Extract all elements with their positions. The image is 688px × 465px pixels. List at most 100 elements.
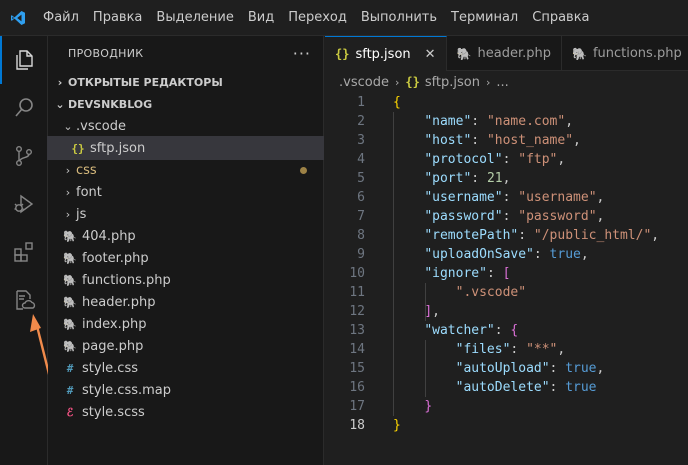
code-line: 14 "files": "**", bbox=[325, 340, 688, 359]
explorer-sidebar: ПРОВОДНИК ··· › ОТКРЫТЫЕ РЕДАКТОРЫ ⌄ DEV… bbox=[47, 36, 324, 465]
line-number: 15 bbox=[349, 361, 365, 376]
explorer-header: ПРОВОДНИК ··· bbox=[48, 36, 323, 71]
tab-label: header.php bbox=[477, 46, 551, 61]
editor-tabs: {} sftp.json ✕ 🐘 header.php 🐘 functions.… bbox=[325, 36, 688, 71]
line-number: 3 bbox=[357, 133, 365, 148]
breadcrumb: .vscode › {} sftp.json › ... bbox=[325, 71, 688, 93]
tree-file-page-php[interactable]: 🐘 page.php bbox=[48, 335, 323, 357]
menu-terminal[interactable]: Терминал bbox=[444, 0, 525, 36]
tree-folder-css[interactable]: › css bbox=[48, 159, 323, 181]
code-line: 17 } bbox=[325, 397, 688, 416]
chevron-right-icon: › bbox=[65, 163, 71, 177]
line-number: 8 bbox=[357, 228, 365, 243]
tree-item-label: sftp.json bbox=[90, 140, 146, 156]
line-number: 2 bbox=[357, 114, 365, 129]
css-file-icon: # bbox=[66, 361, 74, 375]
menu-bar: Файл Правка Выделение Вид Переход Выполн… bbox=[36, 0, 597, 36]
code-line: 9 "uploadOnSave": true, bbox=[325, 245, 688, 264]
tree-item-label: footer.php bbox=[82, 250, 149, 266]
chevron-down-icon: ⌄ bbox=[63, 119, 73, 133]
menu-file[interactable]: Файл bbox=[36, 0, 86, 36]
php-file-icon: 🐘 bbox=[63, 317, 77, 331]
code-line: 18} bbox=[325, 416, 688, 435]
tree-file-functions-php[interactable]: 🐘 functions.php bbox=[48, 269, 323, 291]
json-file-icon: {} bbox=[335, 47, 350, 61]
line-number: 14 bbox=[349, 342, 365, 357]
open-editors-label: ОТКРЫТЫЕ РЕДАКТОРЫ bbox=[68, 75, 223, 89]
menu-view[interactable]: Вид bbox=[241, 0, 281, 36]
menu-go[interactable]: Переход bbox=[281, 0, 354, 36]
php-file-icon: 🐘 bbox=[63, 251, 77, 265]
tree-item-label: style.css bbox=[82, 360, 138, 376]
php-file-icon: 🐘 bbox=[571, 46, 587, 61]
menu-help[interactable]: Справка bbox=[525, 0, 596, 36]
line-number: 13 bbox=[349, 323, 365, 338]
tree-folder-js[interactable]: › js bbox=[48, 203, 323, 225]
tab-functions-php[interactable]: 🐘 functions.php bbox=[562, 36, 688, 71]
more-actions-icon[interactable]: ··· bbox=[293, 44, 311, 63]
tree-item-label: style.css.map bbox=[82, 382, 172, 398]
line-number: 12 bbox=[349, 304, 365, 319]
tree-item-label: css bbox=[76, 162, 97, 178]
activity-bar bbox=[0, 36, 48, 465]
php-file-icon: 🐘 bbox=[456, 46, 472, 61]
tree-file-404-php[interactable]: 🐘 404.php bbox=[48, 225, 323, 247]
tree-item-label: index.php bbox=[82, 316, 147, 332]
line-number: 6 bbox=[357, 190, 365, 205]
project-label: DEVSNKBLOG bbox=[68, 97, 153, 111]
chevron-right-icon: › bbox=[57, 75, 63, 89]
code-line: 1{ bbox=[325, 93, 688, 112]
tree-file-sftp-json[interactable]: {} sftp.json bbox=[47, 136, 324, 160]
json-file-icon: {} bbox=[405, 75, 420, 89]
line-number: 7 bbox=[357, 209, 365, 224]
tab-header-php[interactable]: 🐘 header.php bbox=[447, 36, 562, 71]
code-line: 6 "username": "username", bbox=[325, 188, 688, 207]
code-line: 12 ], bbox=[325, 302, 688, 321]
tree-item-label: functions.php bbox=[82, 272, 171, 288]
tree-file-style-scss[interactable]: ℰ style.scss bbox=[48, 401, 323, 423]
chevron-down-icon: ⌄ bbox=[55, 97, 65, 111]
line-number: 18 bbox=[349, 418, 365, 433]
chevron-right-icon: › bbox=[394, 75, 400, 89]
tree-file-style-css-map[interactable]: # style.css.map bbox=[48, 379, 323, 401]
tree-file-index-php[interactable]: 🐘 index.php bbox=[48, 313, 323, 335]
chevron-right-icon: › bbox=[65, 185, 71, 199]
tree-folder-font[interactable]: › font bbox=[48, 181, 323, 203]
tree-folder-vscode[interactable]: ⌄ .vscode bbox=[48, 115, 323, 137]
tree-file-footer-php[interactable]: 🐘 footer.php bbox=[48, 247, 323, 269]
code-line: 7 "password": "password", bbox=[325, 207, 688, 226]
line-number: 16 bbox=[349, 380, 365, 395]
tree-item-label: js bbox=[76, 206, 87, 222]
line-number: 1 bbox=[357, 95, 365, 110]
tab-sftp-json[interactable]: {} sftp.json ✕ bbox=[325, 36, 447, 71]
breadcrumb-trail[interactable]: ... bbox=[496, 75, 508, 90]
code-line: 8 "remotePath": "/public_html/", bbox=[325, 226, 688, 245]
tree-file-style-css[interactable]: # style.css bbox=[48, 357, 323, 379]
modified-dot-icon bbox=[300, 166, 307, 174]
code-line: 15 "autoUpload": true, bbox=[325, 359, 688, 378]
breadcrumb-folder[interactable]: .vscode bbox=[339, 75, 389, 90]
json-file-icon: {} bbox=[71, 141, 85, 155]
scss-file-icon: ℰ bbox=[66, 405, 74, 419]
close-icon[interactable]: ✕ bbox=[425, 47, 436, 62]
tree-item-label: header.php bbox=[82, 294, 156, 310]
tree-item-label: font bbox=[76, 184, 102, 200]
explorer-title: ПРОВОДНИК bbox=[68, 47, 144, 60]
tree-item-label: style.scss bbox=[82, 404, 145, 420]
tree-item-label: page.php bbox=[82, 338, 144, 354]
menu-edit[interactable]: Правка bbox=[86, 0, 149, 36]
line-number: 5 bbox=[357, 171, 365, 186]
open-editors-section[interactable]: › ОТКРЫТЫЕ РЕДАКТОРЫ bbox=[48, 71, 323, 93]
menu-selection[interactable]: Выделение bbox=[149, 0, 240, 36]
line-number: 11 bbox=[349, 285, 365, 300]
annotation-arrow-icon bbox=[30, 314, 48, 375]
code-line: 3 "host": "host_name", bbox=[325, 131, 688, 150]
menu-run[interactable]: Выполнить bbox=[354, 0, 444, 36]
line-number: 4 bbox=[357, 152, 365, 167]
project-section[interactable]: ⌄ DEVSNKBLOG bbox=[48, 93, 323, 115]
tree-item-label: .vscode bbox=[76, 118, 126, 134]
code-editor[interactable]: 1{ 2 "name": "name.com", 3 "host": "host… bbox=[325, 93, 688, 465]
code-line: 10 "ignore": [ bbox=[325, 264, 688, 283]
breadcrumb-file[interactable]: sftp.json bbox=[425, 75, 480, 90]
tree-file-header-php[interactable]: 🐘 header.php bbox=[48, 291, 323, 313]
